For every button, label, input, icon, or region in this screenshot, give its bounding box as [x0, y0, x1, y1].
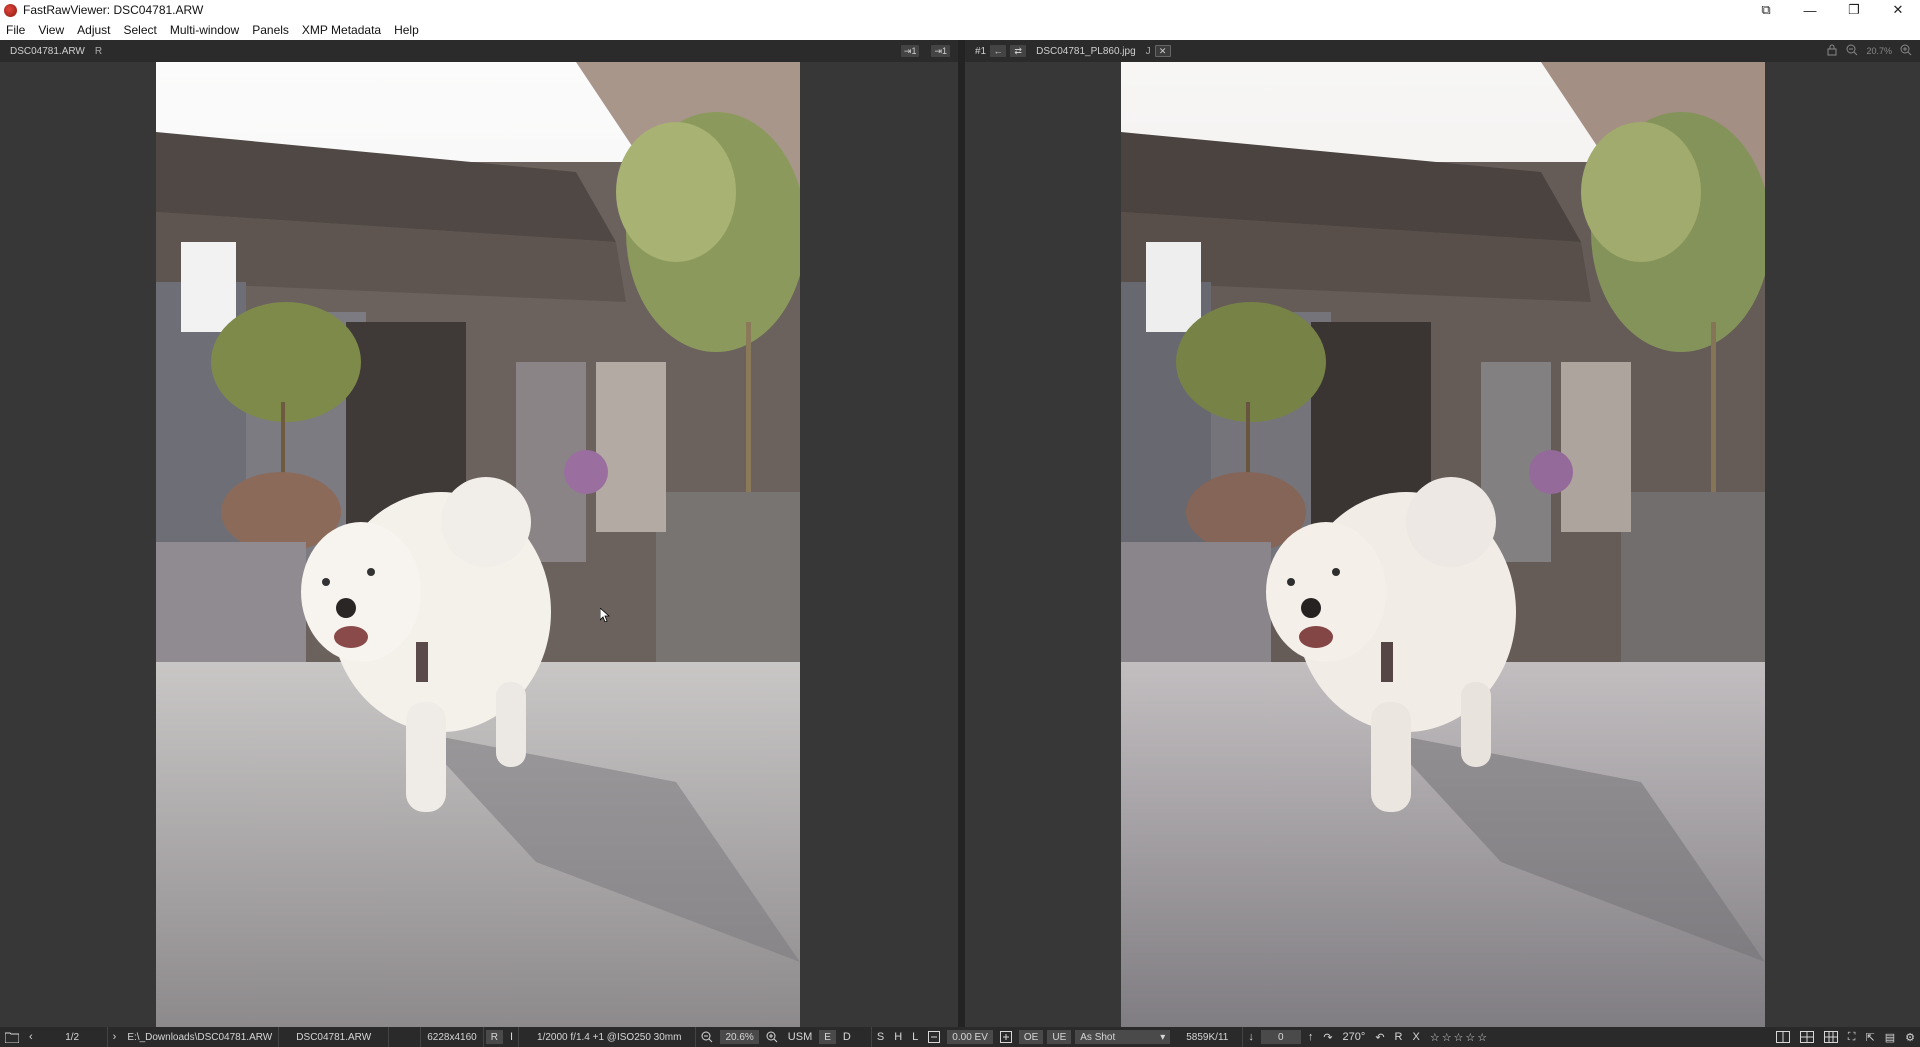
minimize-button[interactable]: — — [1788, 0, 1832, 20]
white-balance-select[interactable]: As Shot ▾ — [1075, 1030, 1171, 1044]
right-photo[interactable] — [1121, 62, 1765, 1027]
plus-icon[interactable] — [995, 1027, 1017, 1047]
filmstrip-icon[interactable]: ▤ — [1880, 1027, 1900, 1047]
display-button[interactable]: ⧉ — [1744, 0, 1788, 20]
d-button[interactable]: D — [838, 1027, 856, 1047]
lock-icon[interactable] — [1826, 44, 1838, 58]
page-counter: 1/2 — [38, 1027, 108, 1047]
close-pane-button[interactable]: ✕ — [1154, 45, 1171, 57]
s-button[interactable]: S — [872, 1027, 889, 1047]
white-balance-value: As Shot — [1080, 1031, 1116, 1043]
ue-button[interactable]: UE — [1047, 1030, 1072, 1044]
export-icon[interactable]: ⇱ — [1861, 1027, 1880, 1047]
ev-value[interactable]: 0.00 EV — [947, 1030, 993, 1044]
reject-button[interactable]: R — [1390, 1027, 1408, 1047]
sync-right-button[interactable]: ⇥1 — [931, 45, 950, 57]
nav-back-button[interactable]: ← — [990, 45, 1007, 57]
pane-divider[interactable] — [958, 40, 965, 1027]
window-title: FastRawViewer: DSC04781.ARW — [23, 3, 204, 17]
menu-xmp-metadata[interactable]: XMP Metadata — [302, 23, 381, 37]
usm-button[interactable]: USM — [783, 1027, 817, 1047]
title-bar: FastRawViewer: DSC04781.ARW ⧉ — ❐ ✕ — [0, 0, 1920, 20]
zoom-in-icon[interactable] — [761, 1027, 783, 1047]
left-header-tools: ⇥1 ⇥1 — [897, 45, 950, 57]
raw-flag-button[interactable]: R — [485, 1030, 503, 1044]
layout-thumbs-icon[interactable] — [1819, 1027, 1843, 1047]
folder-icon[interactable] — [0, 1027, 24, 1047]
rotate-left-icon[interactable]: ↶ — [1370, 1027, 1389, 1047]
sync-left-button[interactable]: ⇥1 — [900, 45, 920, 57]
right-index: #1 — [975, 45, 987, 57]
close-window-button[interactable]: ✕ — [1876, 0, 1920, 20]
minus-icon[interactable] — [923, 1027, 945, 1047]
right-image-pane[interactable] — [965, 62, 1920, 1027]
file-path: E:\_Downloads\DSC04781.ARW — [121, 1027, 280, 1047]
status-bar: ‹ 1/2 › E:\_Downloads\DSC04781.ARW DSC04… — [0, 1027, 1920, 1047]
rotate-right-icon[interactable]: ↷ — [1318, 1027, 1337, 1047]
nav-sync-button[interactable]: ⇄ — [1010, 45, 1027, 57]
e-button[interactable]: E — [819, 1030, 836, 1044]
h-button[interactable]: H — [889, 1027, 907, 1047]
next-icon[interactable]: › — [108, 1027, 122, 1047]
resolution: 6228x4160 — [421, 1027, 484, 1047]
fullscreen-icon[interactable]: ⛶ — [1843, 1027, 1861, 1047]
exposure-info: 1/2000 f/1.4 +1 @ISO250 30mm — [518, 1027, 697, 1047]
settings-icon[interactable]: ⚙ — [1900, 1027, 1920, 1047]
star-rating[interactable]: ☆☆☆☆☆ — [1425, 1027, 1494, 1047]
menu-file[interactable]: File — [6, 23, 25, 37]
mouse-cursor-icon — [600, 608, 610, 622]
menu-bar: File View Adjust Select Multi-window Pan… — [0, 20, 1920, 40]
zoom-out-icon[interactable] — [696, 1027, 718, 1047]
menu-select[interactable]: Select — [124, 23, 157, 37]
oe-button[interactable]: OE — [1018, 1030, 1044, 1044]
menu-panels[interactable]: Panels — [252, 23, 289, 37]
menu-multi-window[interactable]: Multi-window — [170, 23, 239, 37]
status-separator — [856, 1027, 872, 1047]
zoom-value[interactable]: 20.6% — [720, 1030, 759, 1044]
left-pane-header: DSC04781.ARW R ⇥1 ⇥1 — [0, 40, 958, 62]
right-filename: DSC04781_PL860.jpg — [1036, 45, 1136, 57]
rotation-value: 270° — [1342, 1031, 1366, 1043]
zoom-out-icon[interactable] — [1846, 44, 1858, 58]
layout-grid-icon[interactable] — [1795, 1027, 1819, 1047]
info-flag-button[interactable]: I — [505, 1027, 518, 1047]
x-button[interactable]: X — [1407, 1027, 1424, 1047]
wb-value: 5859K/11 — [1172, 1027, 1244, 1047]
app-icon — [4, 3, 17, 17]
zoom-in-icon[interactable] — [1900, 44, 1912, 58]
left-image-pane[interactable] — [0, 62, 958, 1027]
prev-icon[interactable]: ‹ — [24, 1027, 38, 1047]
menu-adjust[interactable]: Adjust — [77, 23, 110, 37]
left-photo[interactable] — [156, 62, 800, 1027]
menu-help[interactable]: Help — [394, 23, 419, 37]
tint-value[interactable]: 0 — [1260, 1030, 1301, 1044]
arrow-down-icon[interactable]: ↓ — [1243, 1027, 1259, 1047]
right-zoom-value: 20.7% — [1866, 46, 1892, 56]
restore-button[interactable]: ❐ — [1832, 0, 1876, 20]
layout-single-icon[interactable] — [1771, 1027, 1795, 1047]
left-flag: R — [94, 45, 103, 57]
right-mark: J — [1145, 45, 1151, 57]
l-button[interactable]: L — [907, 1027, 923, 1047]
chevron-down-icon: ▾ — [1160, 1031, 1166, 1043]
left-filename: DSC04781.ARW — [10, 45, 85, 57]
status-spacer — [389, 1027, 422, 1047]
menu-view[interactable]: View — [38, 23, 64, 37]
right-pane-header: #1 ← ⇄ DSC04781_PL860.jpg J ✕ 20.7% — [965, 40, 1920, 62]
window-controls: ⧉ — ❐ ✕ — [1744, 0, 1920, 20]
status-filename: DSC04781.ARW — [279, 1027, 390, 1047]
right-header-tools: 20.7% — [1826, 44, 1912, 58]
arrow-up-icon[interactable]: ↑ — [1303, 1027, 1319, 1047]
